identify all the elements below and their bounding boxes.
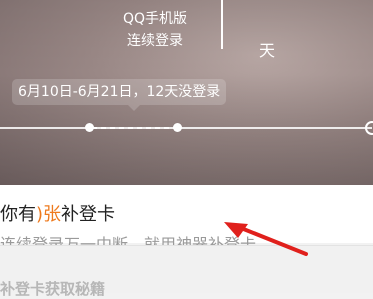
login-history-header: QQ手机版 连续登录 天 6月10日-6月21日，12天没登录 [0, 0, 373, 185]
header-divider [221, 0, 223, 49]
missed-days-bubble: 6月10日-6月21日，12天没登录 [12, 79, 227, 105]
title-suffix: 补登卡 [61, 204, 116, 225]
timeline-dot-end [173, 123, 182, 132]
streak-label: 连续登录 [127, 33, 183, 49]
title-prefix: 你有 [0, 204, 36, 225]
timeline-dot-start [85, 123, 94, 132]
timeline-dot-today [365, 121, 373, 135]
days-unit-label: 天 [259, 41, 276, 60]
card-count: )张 [36, 204, 62, 225]
tips-section-title[interactable]: 补登卡获取秘籍 [0, 278, 105, 299]
timeline-track [0, 127, 372, 129]
timeline-gap-dashes [92, 127, 176, 129]
qq-mobile-streak-label: QQ手机版 连续登录 [100, 8, 210, 52]
client-name: QQ手机版 [122, 11, 188, 27]
bubble-tail [128, 105, 140, 111]
makeup-card-count-title: 你有)张补登卡 [0, 204, 115, 226]
red-arrow-annotation [224, 222, 308, 256]
